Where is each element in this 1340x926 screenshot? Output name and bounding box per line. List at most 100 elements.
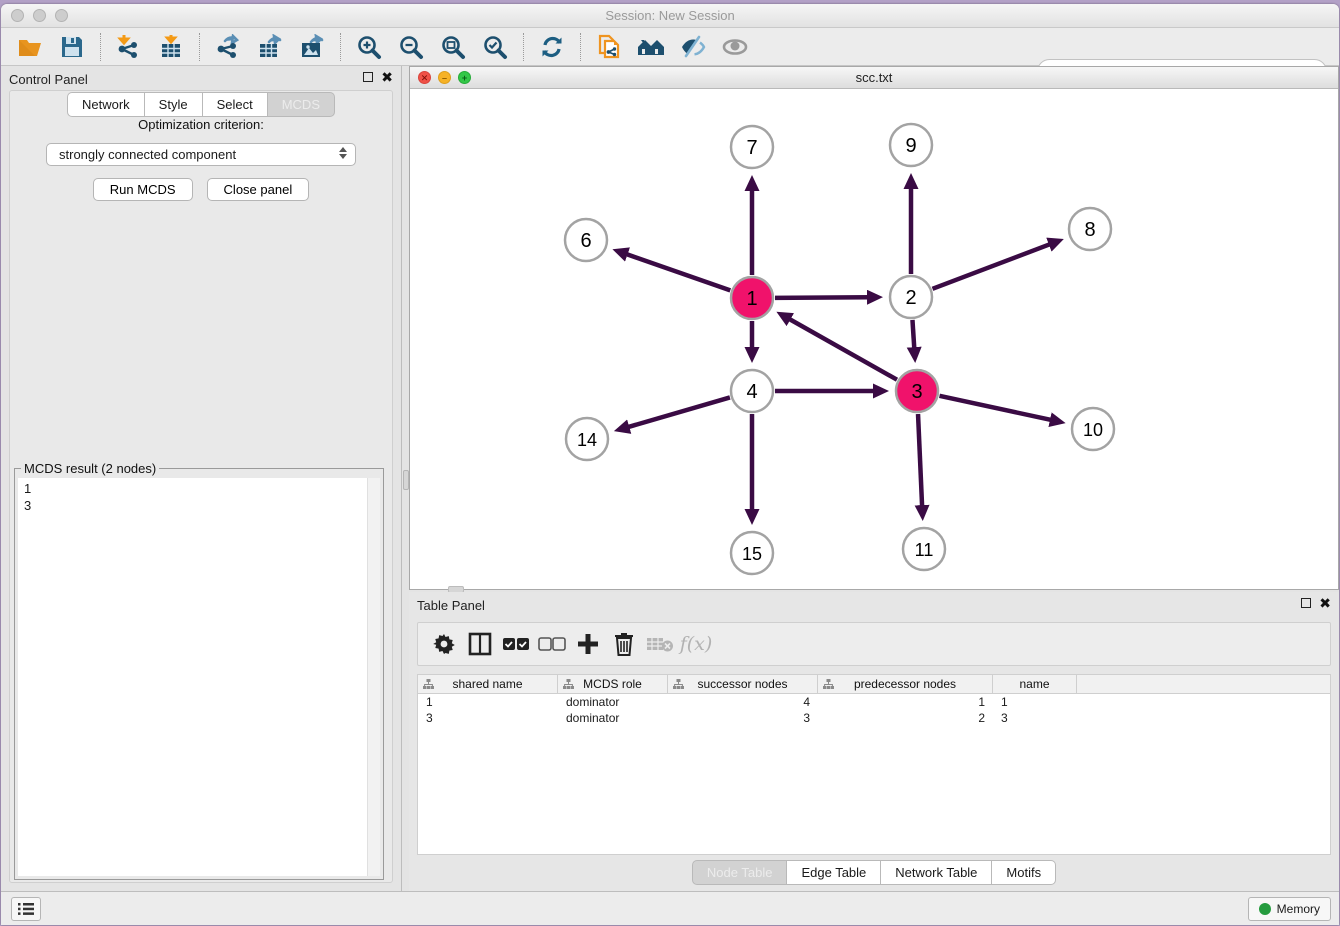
node-3[interactable]: 3 (896, 370, 938, 412)
node-9[interactable]: 9 (890, 124, 932, 166)
table-row[interactable]: 1dominator411 (418, 694, 1330, 710)
zoom-in-icon[interactable] (354, 32, 384, 62)
edge-4-14[interactable] (626, 397, 730, 427)
edge-3-10[interactable] (939, 396, 1052, 420)
edge-2-8[interactable] (933, 244, 1052, 289)
tab-network-table[interactable]: Network Table (881, 860, 992, 885)
export-network-icon[interactable] (213, 32, 243, 62)
node-4[interactable]: 4 (731, 370, 773, 412)
svg-text:9: 9 (905, 135, 916, 157)
cell-shared-name[interactable]: 3 (418, 710, 558, 726)
open-session-icon[interactable] (15, 32, 45, 62)
svg-text:14: 14 (577, 430, 597, 450)
column-header-predecessor-nodes[interactable]: predecessor nodes (818, 675, 993, 693)
delete-column-icon[interactable] (608, 628, 640, 660)
memory-button[interactable]: Memory (1248, 897, 1331, 921)
import-table-icon[interactable] (156, 32, 186, 62)
table-header-row: shared nameMCDS rolesuccessor nodesprede… (418, 675, 1330, 694)
copy-network-icon[interactable] (594, 32, 624, 62)
tab-edge-table[interactable]: Edge Table (787, 860, 881, 885)
node-8[interactable]: 8 (1069, 208, 1111, 250)
deselect-all-columns-icon[interactable] (536, 628, 568, 660)
node-10[interactable]: 10 (1072, 408, 1114, 450)
node-15[interactable]: 15 (731, 532, 773, 574)
cell-MCDS-role[interactable]: dominator (558, 694, 668, 710)
close-panel-button[interactable]: Close panel (207, 178, 310, 201)
result-scrollbar[interactable] (367, 478, 380, 876)
close-table-panel-icon[interactable]: ✖ (1319, 598, 1331, 608)
svg-text:7: 7 (746, 137, 757, 159)
toolbar-separator (523, 33, 524, 61)
column-layout-icon[interactable] (464, 628, 496, 660)
network-window-titlebar[interactable]: ✕ – + scc.txt (410, 67, 1338, 89)
tab-style[interactable]: Style (145, 92, 203, 117)
cell-successor-nodes[interactable]: 4 (668, 694, 818, 710)
node-1[interactable]: 1 (731, 277, 773, 319)
status-bar: Memory (1, 891, 1339, 925)
table-panel-title: Table Panel (417, 598, 485, 613)
cell-successor-nodes[interactable]: 3 (668, 710, 818, 726)
tab-select[interactable]: Select (203, 92, 268, 117)
cell-name[interactable]: 1 (993, 694, 1077, 710)
cell-predecessor-nodes[interactable]: 1 (818, 694, 993, 710)
show-all-icon[interactable] (720, 32, 750, 62)
first-neighbors-icon[interactable] (636, 32, 666, 62)
edge-1-2[interactable] (775, 297, 870, 298)
main-toolbar (1, 28, 1339, 66)
mcds-result-text[interactable]: 1 3 (18, 478, 380, 876)
add-column-icon[interactable] (572, 628, 604, 660)
node-14[interactable]: 14 (566, 418, 608, 460)
column-header-MCDS-role[interactable]: MCDS role (558, 675, 668, 693)
edge-3-1[interactable] (788, 318, 897, 380)
export-image-icon[interactable] (297, 32, 327, 62)
table-tabs: Node TableEdge TableNetwork TableMotifs (409, 860, 1339, 885)
list-icon (17, 902, 35, 916)
delete-table-icon (644, 628, 676, 660)
column-header-name[interactable]: name (993, 675, 1077, 693)
cell-name[interactable]: 3 (993, 710, 1077, 726)
table-row[interactable]: 3dominator323 (418, 710, 1330, 726)
network-window-title: scc.txt (410, 70, 1338, 85)
node-11[interactable]: 11 (903, 528, 945, 570)
edge-2-3[interactable] (912, 320, 914, 350)
vertical-splitter[interactable] (401, 66, 409, 891)
zoom-selected-icon[interactable] (480, 32, 510, 62)
node-7[interactable]: 7 (731, 126, 773, 168)
tab-node-table[interactable]: Node Table (692, 860, 788, 885)
edge-3-11[interactable] (918, 414, 922, 508)
tab-motifs[interactable]: Motifs (992, 860, 1056, 885)
node-2[interactable]: 2 (890, 276, 932, 318)
tab-network[interactable]: Network (67, 92, 145, 117)
node-table[interactable]: shared nameMCDS rolesuccessor nodesprede… (417, 674, 1331, 855)
toolbar-separator (100, 33, 101, 61)
save-session-icon[interactable] (57, 32, 87, 62)
refresh-icon[interactable] (537, 32, 567, 62)
table-settings-icon[interactable] (428, 628, 460, 660)
column-header-shared-name[interactable]: shared name (418, 675, 558, 693)
svg-text:6: 6 (580, 230, 591, 252)
cell-MCDS-role[interactable]: dominator (558, 710, 668, 726)
float-table-panel-icon[interactable] (1301, 598, 1311, 608)
toolbar-separator (340, 33, 341, 61)
import-network-icon[interactable] (114, 32, 144, 62)
network-canvas[interactable]: 7 9 6 8 1 2 4 3 14 10 15 11 (410, 89, 1338, 589)
task-history-button[interactable] (11, 897, 41, 921)
zoom-fit-icon[interactable] (438, 32, 468, 62)
column-header-successor-nodes[interactable]: successor nodes (668, 675, 818, 693)
zoom-out-icon[interactable] (396, 32, 426, 62)
svg-text:10: 10 (1083, 420, 1103, 440)
run-mcds-button[interactable]: Run MCDS (93, 178, 193, 201)
select-all-columns-icon[interactable] (500, 628, 532, 660)
close-panel-icon[interactable]: ✖ (381, 72, 393, 82)
tab-mcds[interactable]: MCDS (268, 92, 335, 117)
node-6[interactable]: 6 (565, 219, 607, 261)
export-table-icon[interactable] (255, 32, 285, 62)
cell-predecessor-nodes[interactable]: 2 (818, 710, 993, 726)
mcds-result-group: MCDS result (2 nodes) 1 3 (14, 461, 384, 880)
network-graph[interactable]: 7 9 6 8 1 2 4 3 14 10 15 11 (410, 89, 1338, 589)
edge-1-6[interactable] (625, 254, 731, 291)
float-panel-icon[interactable] (363, 72, 373, 82)
hide-selected-icon[interactable] (678, 32, 708, 62)
criterion-dropdown[interactable]: strongly connected component (46, 143, 356, 166)
cell-shared-name[interactable]: 1 (418, 694, 558, 710)
